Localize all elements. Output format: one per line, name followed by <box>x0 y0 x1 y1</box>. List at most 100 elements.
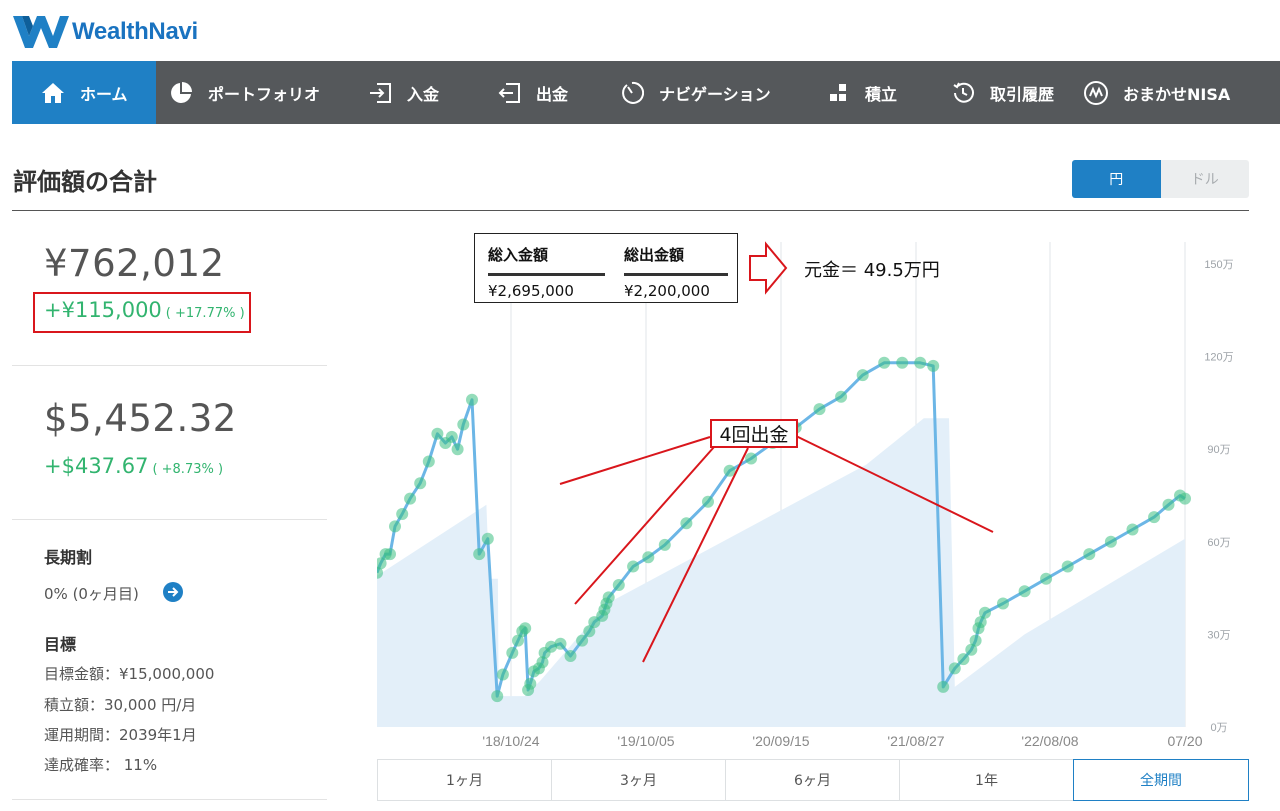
long-term-heading: 長期割 <box>44 548 93 567</box>
x-tick-label: '19/10/05 <box>617 733 674 749</box>
data-point <box>914 356 927 369</box>
goal-target: 目標金額：¥15,000,000 <box>44 665 215 683</box>
nav-item-nisa[interactable]: おまかせNISA <box>1077 61 1280 124</box>
nav-item-portfolio[interactable]: ポートフォリオ <box>156 61 353 124</box>
data-point <box>473 548 486 561</box>
y-tick-label: 30万 <box>1207 629 1230 641</box>
currency-toggle: 円 ドル <box>1072 160 1249 198</box>
data-point <box>404 492 417 505</box>
nav-label-history: 取引履歴 <box>990 84 1055 104</box>
total-deposit-label: 総入金額 <box>488 246 549 264</box>
brand-name: WealthNavi <box>72 18 198 45</box>
x-tick-label: '18/10/24 <box>482 733 539 749</box>
total-deposit-value: ¥2,695,000 <box>488 282 574 300</box>
gain-usd: +$437.67( +8.73% ) <box>44 454 223 478</box>
data-point <box>927 359 940 372</box>
data-point <box>496 668 509 681</box>
data-point <box>979 606 991 619</box>
data-point <box>389 520 401 533</box>
period-tab-1m[interactable]: 1ヶ月 <box>377 759 552 801</box>
data-point <box>564 650 577 662</box>
data-point <box>431 427 444 440</box>
data-point <box>457 418 470 431</box>
nav-label-nisa: おまかせNISA <box>1123 84 1231 104</box>
nav-item-withdraw[interactable]: 出金 <box>496 61 613 124</box>
nav-item-deposit[interactable]: 入金 <box>353 61 496 124</box>
data-point <box>466 393 478 406</box>
data-point <box>1126 523 1139 536</box>
nav-item-savings[interactable]: 積立 <box>813 61 938 124</box>
data-point <box>451 443 464 456</box>
currency-jpy-button[interactable]: 円 <box>1072 160 1161 198</box>
currency-usd-button[interactable]: ドル <box>1160 160 1249 198</box>
nav-item-navigation[interactable]: ナビゲーション <box>613 61 813 124</box>
data-point <box>445 430 458 443</box>
y-tick-label: 60万 <box>1207 537 1230 549</box>
data-point <box>627 560 640 573</box>
wealthnavi-logo-icon <box>13 16 69 48</box>
goal-monthly: 積立額：30,000 円/月 <box>44 696 197 714</box>
x-tick-label: 07/20 <box>1167 733 1202 749</box>
data-point <box>612 579 625 591</box>
value-chart[interactable]: 150万 120万 90万 60万 30万 0万 '18/10/24 '19/10/05 '20… <box>377 230 1257 756</box>
data-point <box>969 634 982 647</box>
wealthnavi-logo[interactable]: WealthNavi <box>12 12 198 52</box>
data-point <box>745 452 758 465</box>
data-point <box>1040 572 1053 585</box>
data-point <box>384 548 396 561</box>
data-point <box>506 646 519 659</box>
data-point <box>723 464 736 477</box>
data-point <box>937 680 950 693</box>
nav-label-deposit: 入金 <box>407 84 440 104</box>
goal-heading: 目標 <box>44 635 77 654</box>
period-tab-3m[interactable]: 3ヶ月 <box>551 759 726 801</box>
history-icon <box>950 80 976 106</box>
data-point <box>519 622 532 635</box>
total-withdraw-value: ¥2,200,000 <box>624 282 710 300</box>
divider <box>12 799 327 800</box>
goal-probability: 達成確率： 11% <box>44 756 158 774</box>
withdraw-count-label: 4回出金 <box>710 419 798 448</box>
data-point <box>835 390 848 403</box>
data-point <box>856 369 869 382</box>
chevron-right-icon <box>168 587 179 597</box>
long-term-arrow-button[interactable] <box>163 582 183 602</box>
nisa-icon <box>1083 80 1109 106</box>
main-nav: ホーム ポートフォリオ 入金 出金 ナビゲーション 積立 取引履歴 おまかせNI… <box>12 61 1280 124</box>
data-point <box>702 495 714 508</box>
data-point <box>1162 498 1175 511</box>
goal-period: 運用期間：2039年1月 <box>44 726 197 744</box>
data-point <box>524 677 537 690</box>
blocks-icon <box>825 80 851 106</box>
gain-usd-pct: ( +8.73% ) <box>152 462 224 477</box>
nav-label-navigation: ナビゲーション <box>659 84 771 104</box>
data-point <box>602 591 615 604</box>
period-tab-6m[interactable]: 6ヶ月 <box>725 759 900 801</box>
nav-item-history[interactable]: 取引履歴 <box>938 61 1077 124</box>
data-point <box>1179 492 1191 505</box>
data-point <box>878 356 891 369</box>
total-value-jpy: ¥762,012 <box>44 242 225 285</box>
home-icon <box>40 80 66 106</box>
data-point <box>1083 548 1096 561</box>
gain-highlight-box <box>33 292 251 333</box>
nav-label-savings: 積立 <box>865 84 898 104</box>
data-point <box>481 532 494 545</box>
period-tab-all[interactable]: 全期間 <box>1073 759 1249 801</box>
data-point <box>1061 560 1074 573</box>
x-tick-label: '20/09/15 <box>752 733 809 749</box>
title-divider <box>12 210 1249 211</box>
deposit-withdraw-summary: 総入金額 ¥2,695,000 総出金額 ¥2,200,000 <box>474 233 738 303</box>
data-point <box>414 477 427 490</box>
long-term-value: 0% (0ヶ月目) <box>44 585 139 603</box>
data-point <box>813 403 826 416</box>
data-point <box>957 653 970 666</box>
nav-item-home[interactable]: ホーム <box>12 61 156 124</box>
x-tick-label: '22/08/08 <box>1021 733 1078 749</box>
y-tick-label: 90万 <box>1207 444 1230 456</box>
data-point <box>1018 585 1031 598</box>
total-withdraw-label: 総出金額 <box>624 246 685 264</box>
deposit-icon <box>367 80 393 106</box>
data-point <box>948 662 961 675</box>
period-tab-1y[interactable]: 1年 <box>899 759 1074 801</box>
